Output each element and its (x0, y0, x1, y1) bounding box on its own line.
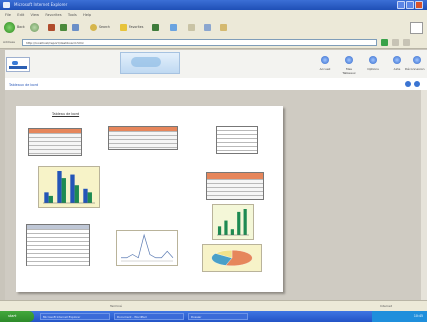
address-input[interactable]: http://localhost/report/dashboard.html (22, 39, 377, 46)
data-table-3 (216, 126, 258, 154)
print-report-icon[interactable] (414, 81, 420, 87)
nav-label-home[interactable]: Accueil (316, 67, 334, 71)
bar (243, 209, 247, 235)
maximize-button[interactable] (406, 1, 414, 9)
pie-chart-svg (211, 250, 253, 266)
media-icon[interactable] (152, 24, 159, 31)
favorites-icon[interactable] (120, 24, 127, 31)
task-folder[interactable]: Dossier (188, 313, 248, 320)
mail-icon[interactable] (188, 24, 195, 31)
bar (70, 174, 75, 203)
bar-chart-1-svg (43, 171, 95, 204)
app-header (5, 50, 427, 78)
menu-file[interactable]: File (5, 13, 11, 17)
go-button[interactable] (381, 39, 388, 46)
start-label: start (8, 314, 17, 318)
system-tray: 10:45 (372, 311, 427, 322)
app-logo[interactable] (6, 57, 30, 72)
bar (217, 226, 222, 235)
address-label: Address (3, 40, 15, 44)
status-zone: Internet (380, 304, 392, 308)
data-table-5 (26, 224, 90, 266)
windows-logo-icon (410, 22, 423, 34)
header-banner-image (120, 52, 180, 74)
bar (237, 211, 241, 235)
bar (87, 192, 92, 203)
report-page: Tableau de bord (16, 106, 283, 292)
data-table-1 (28, 128, 82, 156)
series-line (121, 233, 174, 259)
window-title-bar: Microsoft Internet Explorer (0, 0, 427, 10)
bar (83, 188, 88, 203)
bar (74, 185, 79, 203)
menu-tools[interactable]: Tools (68, 13, 77, 17)
ie-icon (3, 2, 10, 8)
bar-chart-2 (212, 204, 254, 240)
menu-view[interactable]: View (31, 13, 40, 17)
status-text: Terminé (110, 304, 122, 308)
logout-nav-icon[interactable] (413, 56, 421, 64)
favorites-label[interactable]: Favorites (129, 25, 143, 29)
help-nav-icon[interactable] (393, 56, 401, 64)
home-nav-icon[interactable] (321, 56, 329, 64)
breadcrumb[interactable]: Tableaux de bord (9, 83, 38, 87)
stop-icon[interactable] (48, 24, 55, 31)
nav-label-dashboards[interactable]: Mes Tableaux (340, 67, 358, 75)
refresh-report-icon[interactable] (405, 81, 411, 87)
dropdown-button[interactable] (403, 39, 410, 46)
window-title: Microsoft Internet Explorer (14, 2, 68, 7)
menu-help[interactable]: Help (83, 13, 91, 17)
menu-edit[interactable]: Edit (17, 13, 24, 17)
bar-chart-1 (38, 166, 100, 208)
links-button[interactable] (392, 39, 399, 46)
report-title: Tableau de bord (52, 112, 80, 116)
nav-label-options[interactable]: Options (364, 67, 382, 71)
edit-icon[interactable] (220, 24, 227, 31)
refresh-icon[interactable] (60, 24, 67, 31)
task-ie[interactable]: Microsoft Internet Explorer (40, 313, 110, 320)
clock: 10:45 (413, 314, 423, 318)
back-button[interactable] (4, 22, 15, 33)
close-button[interactable] (415, 1, 423, 9)
bar-chart-2-svg (217, 209, 249, 236)
search-icon[interactable] (90, 24, 97, 31)
print-icon[interactable] (204, 24, 211, 31)
vertical-scrollbar[interactable] (421, 90, 427, 300)
dashboards-nav-icon[interactable] (345, 56, 353, 64)
line-chart (116, 230, 178, 266)
menu-favorites[interactable]: Favorites (45, 13, 61, 17)
task-wordpad[interactable]: Document - WordPad (114, 313, 184, 320)
bar (230, 229, 234, 235)
bar (48, 195, 53, 203)
bar (61, 178, 66, 203)
nav-label-logout[interactable]: Déconnexion (405, 67, 425, 71)
minimize-button[interactable] (397, 1, 405, 9)
browser-toolbar: Back Search Favorites (0, 19, 427, 38)
forward-button[interactable] (30, 23, 39, 32)
bar (57, 171, 62, 203)
search-label[interactable]: Search (99, 25, 110, 29)
pie-chart (202, 244, 262, 272)
nav-label-help[interactable]: Aide (388, 67, 406, 71)
data-table-4 (206, 172, 264, 200)
home-icon[interactable] (72, 24, 79, 31)
options-nav-icon[interactable] (369, 56, 377, 64)
line-chart-svg (121, 233, 174, 262)
history-icon[interactable] (170, 24, 177, 31)
back-label: Back (17, 25, 25, 29)
data-table-2 (108, 126, 178, 150)
bar (224, 220, 228, 235)
start-button[interactable]: start (0, 311, 34, 322)
bar (44, 192, 49, 203)
